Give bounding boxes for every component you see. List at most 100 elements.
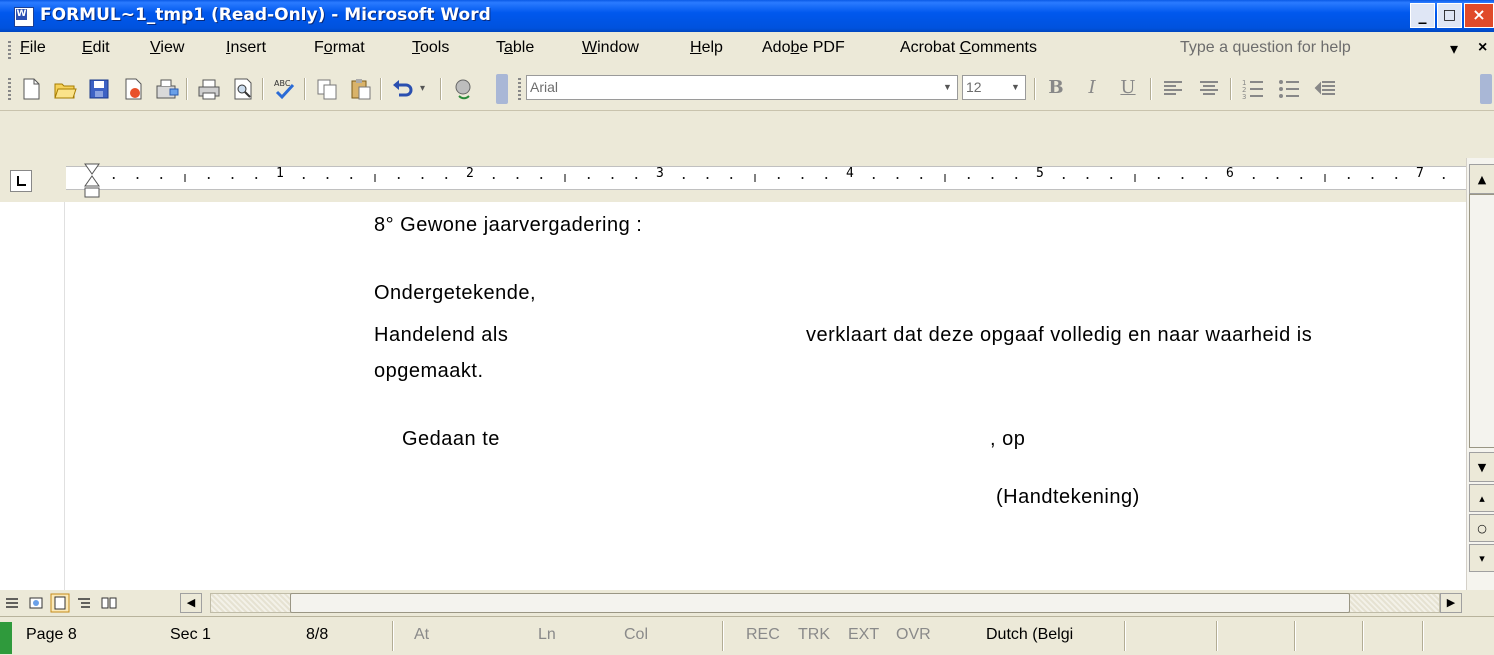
horizontal-ruler[interactable]: 1 2 3 4 5 6 7: [0, 158, 1466, 202]
status-page[interactable]: Page 8: [26, 626, 77, 644]
vertical-scrollbar[interactable]: ▲ ▼ ▴ ○ ▾: [1466, 158, 1494, 590]
ink-icon[interactable]: [450, 76, 476, 102]
print-preview-icon[interactable]: [230, 76, 256, 102]
document-close-button[interactable]: ×: [1478, 39, 1487, 57]
copy-icon[interactable]: [314, 76, 340, 102]
scroll-right-button[interactable]: ▶: [1440, 593, 1462, 613]
vertical-scroll-thumb[interactable]: [1469, 194, 1494, 448]
toolbar-separator: [440, 78, 442, 100]
font-size-combo[interactable]: 12 ▼: [962, 75, 1026, 100]
save-icon[interactable]: [86, 76, 112, 102]
doc-line-ondergetekende[interactable]: Ondergetekende,: [374, 282, 536, 305]
italic-button[interactable]: I: [1080, 75, 1104, 101]
ruler-tick: [920, 177, 923, 179]
normal-view-icon[interactable]: [4, 595, 20, 611]
open-icon[interactable]: [52, 76, 78, 102]
close-button[interactable]: ×: [1464, 3, 1494, 28]
numbering-icon[interactable]: 123: [1240, 76, 1266, 102]
help-dropdown-arrow[interactable]: ▾: [1450, 39, 1458, 59]
title-bar: W FORMUL~1_tmp1 (Read-Only) - Microsoft …: [0, 0, 1494, 32]
status-section[interactable]: Sec 1: [170, 626, 211, 644]
status-ext[interactable]: EXT: [848, 626, 879, 644]
svg-text:3: 3: [1242, 93, 1246, 101]
status-language[interactable]: Dutch (Belgi: [986, 626, 1073, 644]
status-ovr[interactable]: OVR: [896, 626, 931, 644]
previous-page-button[interactable]: ▴: [1469, 484, 1494, 512]
scroll-left-button[interactable]: ◀: [180, 593, 202, 613]
web-layout-view-icon[interactable]: [28, 595, 44, 611]
menu-view[interactable]: View: [150, 39, 184, 57]
toolbar-chevron[interactable]: [496, 74, 508, 104]
minimize-button[interactable]: _: [1410, 3, 1435, 28]
word-w-glyph: W: [16, 9, 27, 20]
maximize-button[interactable]: □: [1437, 3, 1462, 28]
print-layout-view-icon[interactable]: [50, 593, 70, 613]
doc-line-opgemaakt[interactable]: opgemaakt.: [374, 360, 484, 383]
ruler-tick: [326, 177, 329, 179]
align-left-icon[interactable]: [1160, 76, 1186, 102]
menu-adobe-pdf[interactable]: Adobe PDF: [762, 39, 845, 57]
spelling-icon[interactable]: ABC: [272, 76, 298, 102]
undo-icon[interactable]: [390, 76, 416, 102]
undo-dropdown-arrow[interactable]: ▾: [420, 83, 425, 94]
next-page-button[interactable]: ▾: [1469, 544, 1494, 572]
menu-tools[interactable]: Tools: [412, 39, 449, 57]
toolbar-separator: [186, 78, 188, 100]
ruler-tick: [255, 177, 258, 179]
menu-format[interactable]: Format: [314, 39, 365, 57]
formatting-toolbar-grip[interactable]: [518, 78, 521, 100]
menu-insert[interactable]: Insert: [226, 39, 266, 57]
doc-line-op[interactable]: , op: [990, 428, 1025, 451]
standard-toolbar-grip[interactable]: [8, 78, 11, 100]
underline-button[interactable]: U: [1116, 75, 1140, 101]
new-icon[interactable]: [18, 76, 44, 102]
select-browse-object-button[interactable]: ○: [1469, 514, 1494, 542]
bold-button[interactable]: B: [1044, 75, 1068, 101]
status-separator: [1422, 621, 1424, 651]
doc-line-heading[interactable]: 8° Gewone jaarvergadering :: [374, 214, 642, 237]
outline-view-icon[interactable]: [76, 595, 92, 611]
font-name-combo[interactable]: Arial ▼: [526, 75, 958, 100]
toolbar-separator: [380, 78, 382, 100]
ruler-tick: [611, 177, 614, 179]
scroll-up-button[interactable]: ▲: [1469, 164, 1494, 194]
help-search-input[interactable]: Type a question for help: [1180, 39, 1351, 57]
bullets-icon[interactable]: [1276, 76, 1302, 102]
status-page-count[interactable]: 8/8: [306, 626, 328, 644]
toolbar: ABC ▾ Arial ▼ 12 ▼ B I U 123: [0, 66, 1494, 111]
doc-line-verklaart[interactable]: verklaart dat deze opgaaf volledig en na…: [806, 324, 1312, 347]
chevron-down-icon[interactable]: ▼: [940, 78, 955, 97]
horizontal-scroll-thumb[interactable]: [290, 593, 1350, 613]
menubar-grip[interactable]: [8, 41, 11, 59]
decrease-indent-icon[interactable]: [1312, 76, 1338, 102]
doc-line-gedaan-te[interactable]: Gedaan te: [402, 428, 500, 451]
toolbar-chevron[interactable]: [1480, 74, 1492, 104]
document-page[interactable]: 8° Gewone jaarvergadering : Ondergeteken…: [0, 202, 1466, 590]
word-app-icon[interactable]: W: [14, 7, 34, 27]
reading-layout-view-icon[interactable]: [100, 595, 118, 611]
ruler-tick: [1062, 177, 1065, 179]
scroll-down-button[interactable]: ▼: [1469, 452, 1494, 482]
status-trk[interactable]: TRK: [798, 626, 830, 644]
ruler-tick: [1371, 177, 1374, 179]
email-icon[interactable]: [154, 76, 180, 102]
page-left-margin: [0, 202, 65, 590]
align-center-icon[interactable]: [1196, 76, 1222, 102]
chevron-down-icon[interactable]: ▼: [1008, 78, 1023, 97]
status-rec[interactable]: REC: [746, 626, 780, 644]
menu-window[interactable]: Window: [582, 39, 639, 57]
menu-table[interactable]: Table: [496, 39, 534, 57]
doc-line-handtekening[interactable]: (Handtekening): [996, 486, 1140, 509]
ruler-tick: [397, 177, 400, 179]
paste-icon[interactable]: [348, 76, 374, 102]
status-bar: Page 8 Sec 1 8/8 At Ln Col REC TRK EXT O…: [0, 616, 1494, 655]
permission-icon[interactable]: [120, 76, 146, 102]
ruler-tick: [1347, 177, 1350, 179]
menu-acrobat-comments[interactable]: Acrobat Comments: [900, 39, 1037, 57]
toolbar-separator: [304, 78, 306, 100]
doc-line-handelend-als[interactable]: Handelend als: [374, 324, 508, 347]
menu-help[interactable]: Help: [690, 39, 723, 57]
menu-file[interactable]: File: [20, 39, 46, 57]
print-icon[interactable]: [196, 76, 222, 102]
menu-edit[interactable]: Edit: [82, 39, 110, 57]
